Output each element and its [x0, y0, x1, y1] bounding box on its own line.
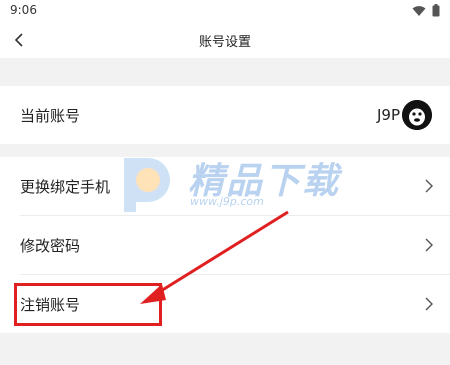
settings-item-change-password[interactable]: 修改密码: [0, 216, 450, 274]
status-bar: 9:06: [0, 0, 450, 22]
navbar: 账号设置: [0, 22, 450, 58]
current-account-label: 当前账号: [20, 106, 81, 125]
settings-item-change-phone[interactable]: 更换绑定手机: [0, 157, 450, 215]
chevron-right-icon: [425, 179, 433, 193]
battery-icon: [432, 4, 440, 17]
settings-item-label: 注销账号: [20, 295, 81, 314]
settings-item-label: 修改密码: [20, 236, 81, 255]
account-card: 当前账号 J9P: [0, 86, 450, 144]
page-title: 账号设置: [198, 35, 251, 50]
status-time: 9:06: [10, 3, 37, 17]
settings-card: 更换绑定手机 修改密码 注销账号: [0, 157, 450, 333]
settings-item-delete-account[interactable]: 注销账号: [0, 275, 450, 333]
chevron-right-icon: [425, 238, 433, 252]
status-icons: [412, 4, 440, 17]
wifi-icon: [412, 5, 426, 16]
current-account-row[interactable]: 当前账号 J9P: [0, 86, 450, 144]
account-name: J9P: [376, 106, 400, 124]
monkey-avatar-icon: [402, 100, 432, 130]
chevron-right-icon: [425, 297, 433, 311]
settings-item-label: 更换绑定手机: [20, 177, 111, 196]
